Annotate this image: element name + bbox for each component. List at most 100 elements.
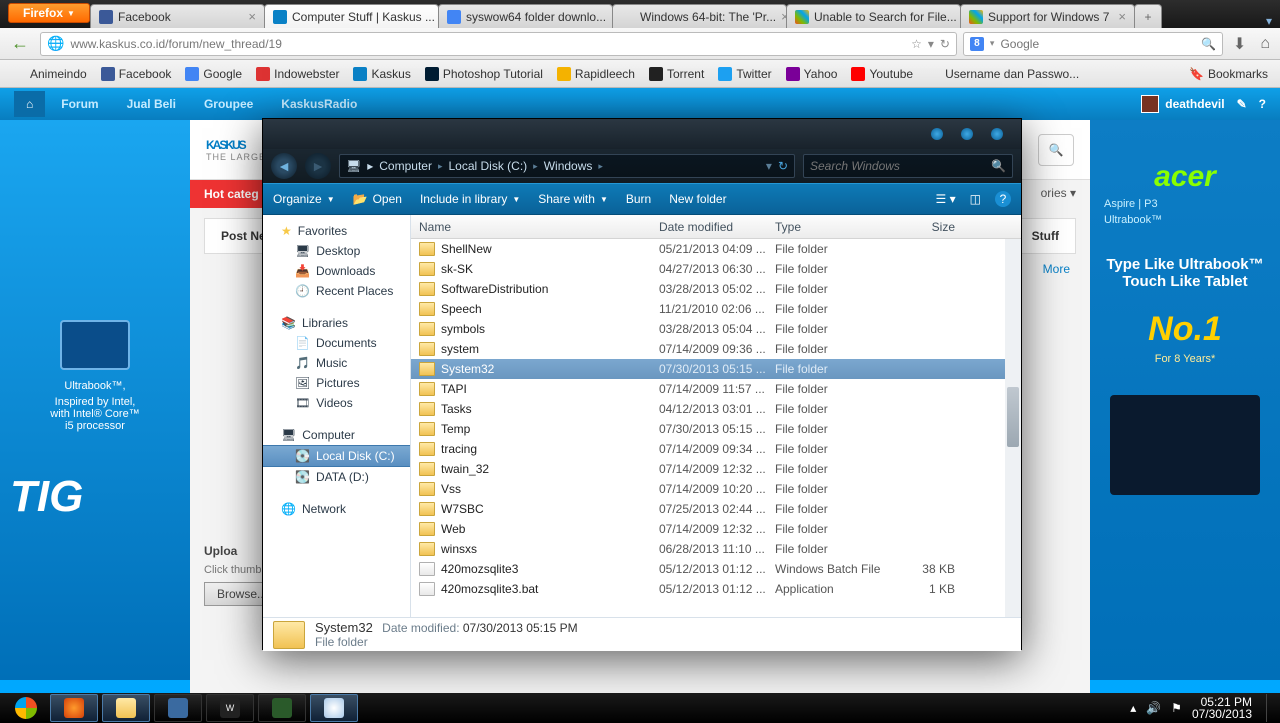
help-icon[interactable]: ?: [995, 191, 1011, 207]
maximize-button[interactable]: [961, 128, 973, 140]
nav-item[interactable]: 🖼Pictures: [263, 373, 410, 393]
bookmark-item[interactable]: Photoshop Tutorial: [419, 65, 549, 83]
burn-button[interactable]: Burn: [626, 192, 651, 206]
nav-link[interactable]: Jual Beli: [115, 91, 188, 117]
nav-link[interactable]: Forum: [49, 91, 110, 117]
bookmark-star-icon[interactable]: ☆: [911, 37, 922, 51]
column-name[interactable]: Name: [419, 220, 659, 234]
ad-banner-left[interactable]: Ultrabook™, Inspired by Intel, with Inte…: [0, 120, 190, 680]
scrollbar-thumb[interactable]: [1007, 387, 1019, 447]
nav-item[interactable]: 🎵Music: [263, 353, 410, 373]
search-button[interactable]: 🔍: [1038, 134, 1074, 166]
file-row[interactable]: System3207/30/2013 05:15 ...File folder: [411, 359, 1021, 379]
column-type[interactable]: Type: [775, 220, 885, 234]
reload-icon[interactable]: ↻: [940, 37, 950, 51]
column-size[interactable]: Size: [885, 220, 955, 234]
search-bar[interactable]: 8▾ 🔍: [963, 32, 1223, 56]
explorer-search-input[interactable]: [810, 159, 991, 173]
bookmarks-menu-button[interactable]: 🔖Bookmarks: [1183, 65, 1274, 83]
bookmark-item[interactable]: Facebook: [95, 65, 178, 83]
breadcrumb-bar[interactable]: 🖥 ▸ Computer▸ Local Disk (C:)▸ Windows▸ …: [339, 154, 795, 178]
start-button[interactable]: [6, 694, 46, 722]
back-button[interactable]: ◄: [271, 153, 297, 179]
view-options-button[interactable]: ☰ ▾: [936, 192, 956, 206]
back-button[interactable]: ←: [6, 30, 34, 58]
taskbar-clock[interactable]: 05:21 PM 07/30/2013: [1192, 696, 1256, 720]
bookmark-item[interactable]: Rapidleech: [551, 65, 641, 83]
nav-link[interactable]: Groupee: [192, 91, 265, 117]
file-row[interactable]: Tasks04/12/2013 03:01 ...File folder: [411, 399, 1021, 419]
bookmark-item[interactable]: Twitter: [712, 65, 777, 83]
chevron-down-icon[interactable]: ▾: [990, 38, 995, 49]
bookmark-item[interactable]: Animeindo: [6, 65, 93, 83]
file-row[interactable]: W7SBC07/25/2013 02:44 ...File folder: [411, 499, 1021, 519]
taskbar-app[interactable]: W: [206, 694, 254, 722]
search-icon[interactable]: 🔍: [991, 159, 1006, 173]
file-row[interactable]: system07/14/2009 09:36 ...File folder: [411, 339, 1021, 359]
close-icon[interactable]: ×: [1118, 9, 1126, 24]
nav-item[interactable]: 📄Documents: [263, 333, 410, 353]
search-input[interactable]: [1000, 37, 1195, 51]
organize-button[interactable]: Organize▼: [273, 192, 335, 206]
home-button[interactable]: ⌂: [1256, 35, 1274, 53]
taskbar-app[interactable]: [258, 694, 306, 722]
nav-group-libraries[interactable]: 📚Libraries: [263, 313, 410, 333]
close-icon[interactable]: ×: [248, 9, 256, 24]
file-row[interactable]: symbols03/28/2013 05:04 ...File folder: [411, 319, 1021, 339]
browser-tab[interactable]: Unable to Search for File...×: [786, 4, 961, 28]
bookmark-item[interactable]: Torrent: [643, 65, 710, 83]
user-menu[interactable]: deathdevil: [1141, 95, 1224, 113]
file-row[interactable]: tracing07/14/2009 09:34 ...File folder: [411, 439, 1021, 459]
nav-item[interactable]: 💽DATA (D:): [263, 467, 410, 487]
taskbar-app[interactable]: [154, 694, 202, 722]
dropdown-icon[interactable]: ▾: [766, 159, 772, 173]
taskbar-app-firefox[interactable]: [50, 694, 98, 722]
file-row[interactable]: Temp07/30/2013 05:15 ...File folder: [411, 419, 1021, 439]
edit-icon[interactable]: ✎: [1237, 97, 1247, 111]
nav-item[interactable]: 🖥Desktop: [263, 241, 410, 261]
taskbar-app-paint[interactable]: [310, 694, 358, 722]
nav-item[interactable]: 🎞Videos: [263, 393, 410, 413]
file-row[interactable]: Vss07/14/2009 10:20 ...File folder: [411, 479, 1021, 499]
file-row[interactable]: Speech11/21/2010 02:06 ...File folder: [411, 299, 1021, 319]
url-bar[interactable]: 🌐 ☆ ▾ ↻: [40, 32, 957, 56]
search-icon[interactable]: 🔍: [1201, 37, 1216, 51]
nav-group-network[interactable]: 🌐Network: [263, 499, 410, 519]
column-date[interactable]: Date modified: [659, 220, 775, 234]
explorer-search[interactable]: 🔍: [803, 154, 1013, 178]
forward-button[interactable]: ►: [305, 153, 331, 179]
new-folder-button[interactable]: New folder: [669, 192, 726, 206]
file-row[interactable]: 420mozsqlite305/12/2013 01:12 ...Windows…: [411, 559, 1021, 579]
home-icon[interactable]: ⌂: [14, 91, 45, 117]
dropdown-icon[interactable]: ▾: [928, 37, 934, 51]
file-row[interactable]: SoftwareDistribution03/28/2013 05:02 ...…: [411, 279, 1021, 299]
nav-group-computer[interactable]: 🖥Computer: [263, 425, 410, 445]
breadcrumb-item[interactable]: Local Disk (C:)▸: [448, 159, 537, 173]
browser-tab[interactable]: syswow64 folder downlo...×: [438, 4, 613, 28]
bookmark-item[interactable]: Indowebster: [250, 65, 345, 83]
breadcrumb-item[interactable]: Computer▸: [379, 159, 442, 173]
file-row[interactable]: ShellNew05/21/2013 04:09 ...File folder: [411, 239, 1021, 259]
breadcrumb-item[interactable]: Windows▸: [544, 159, 603, 173]
show-desktop-button[interactable]: [1266, 694, 1274, 722]
taskbar-app-explorer[interactable]: [102, 694, 150, 722]
bookmark-item[interactable]: Kaskus: [347, 65, 416, 83]
file-row[interactable]: Web07/14/2009 12:32 ...File folder: [411, 519, 1021, 539]
browser-tab[interactable]: Support for Windows 7×: [960, 4, 1135, 28]
tray-volume-icon[interactable]: 🔊: [1146, 701, 1161, 715]
categories-dropdown[interactable]: ories ▾: [1027, 180, 1090, 208]
window-titlebar[interactable]: [263, 119, 1021, 149]
share-with-button[interactable]: Share with▼: [538, 192, 608, 206]
nav-link[interactable]: KaskusRadio: [269, 91, 369, 117]
nav-item[interactable]: 📥Downloads: [263, 261, 410, 281]
browser-tab[interactable]: Computer Stuff | Kaskus ...×: [264, 4, 439, 28]
refresh-icon[interactable]: ↻: [778, 159, 788, 173]
bookmark-item[interactable]: Username dan Passwo...: [921, 65, 1085, 83]
file-row[interactable]: twain_3207/14/2009 12:32 ...File folder: [411, 459, 1021, 479]
file-row[interactable]: sk-SK04/27/2013 06:30 ...File folder: [411, 259, 1021, 279]
hot-categories-button[interactable]: Hot categ: [190, 180, 273, 208]
open-button[interactable]: 📂Open: [353, 192, 402, 206]
scrollbar-track[interactable]: [1005, 239, 1021, 617]
nav-group-favorites[interactable]: ★Favorites: [263, 221, 410, 241]
downloads-button[interactable]: ⬇: [1229, 34, 1250, 54]
